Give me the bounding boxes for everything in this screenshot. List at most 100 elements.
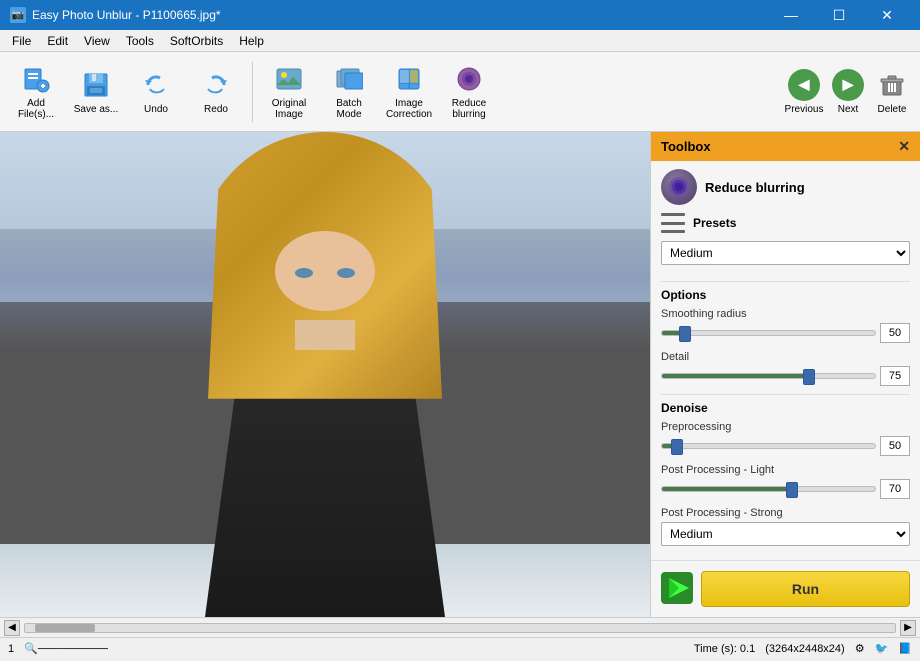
menubar: File Edit View Tools SoftOrbits Help <box>0 30 920 52</box>
image-correction-label: Image Correction <box>386 98 432 120</box>
delete-button[interactable]: Delete <box>872 57 912 127</box>
previous-icon: ◀ <box>788 69 820 101</box>
menu-view[interactable]: View <box>76 32 118 50</box>
menu-help[interactable]: Help <box>231 32 272 50</box>
detail-value: 75 <box>880 366 910 386</box>
post-processing-light-label: Post Processing - Light <box>661 464 910 476</box>
social-icon-1[interactable]: 🐦 <box>875 642 889 655</box>
effect-header-row: Reduce blurring <box>661 169 910 205</box>
options-label: Options <box>661 281 910 302</box>
titlebar: 📷 Easy Photo Unblur - P1100665.jpg* — ☐ … <box>0 0 920 30</box>
post-processing-light-thumb[interactable] <box>786 482 798 498</box>
dimensions-display: (3264x2448x24) <box>765 643 845 655</box>
toolbox-panel: Toolbox ✕ Reduce blurring <box>650 132 920 617</box>
maximize-button[interactable]: ☐ <box>816 0 862 30</box>
titlebar-left: 📷 Easy Photo Unblur - P1100665.jpg* <box>10 7 221 23</box>
scroll-thumb[interactable] <box>35 624 95 632</box>
save-as-label: Save as... <box>74 104 118 115</box>
reduce-blurring-button[interactable]: Reduce blurring <box>441 57 497 127</box>
batch-mode-button[interactable]: Batch Mode <box>321 57 377 127</box>
toolbox-header: Toolbox ✕ <box>651 132 920 161</box>
next-button[interactable]: ▶ Next <box>828 57 868 127</box>
preprocessing-track[interactable] <box>661 443 876 449</box>
undo-label: Undo <box>144 104 168 115</box>
settings-icon[interactable]: ⚙ <box>855 642 865 655</box>
undo-button[interactable]: Undo <box>128 57 184 127</box>
denoise-label: Denoise <box>661 394 910 415</box>
toolbar: Add File(s)... Save as... Undo <box>0 52 920 132</box>
detail-label: Detail <box>661 351 910 363</box>
toolbox-title: Toolbox <box>661 139 711 154</box>
image-area[interactable] <box>0 132 650 617</box>
presets-row: Presets <box>661 213 910 233</box>
detail-track[interactable] <box>661 373 876 379</box>
post-processing-strong-select[interactable]: Low Medium High <box>661 522 910 546</box>
scroll-right-button[interactable]: ▶ <box>900 620 916 636</box>
delete-label: Delete <box>878 104 907 115</box>
menu-softorbits[interactable]: SoftOrbits <box>162 32 231 50</box>
person-neck <box>295 320 355 350</box>
post-processing-light-row: 70 <box>661 479 910 499</box>
social-icon-2[interactable]: 📘 <box>898 642 912 655</box>
delete-icon <box>876 69 908 101</box>
preprocessing-thumb[interactable] <box>671 439 683 455</box>
previous-label: Previous <box>785 104 824 115</box>
redo-label: Redo <box>204 104 228 115</box>
detail-thumb[interactable] <box>803 369 815 385</box>
smoothing-radius-track[interactable] <box>661 330 876 336</box>
save-as-button[interactable]: Save as... <box>68 57 124 127</box>
original-image-label: Original Image <box>266 98 312 120</box>
menu-file[interactable]: File <box>4 32 39 50</box>
next-icon: ▶ <box>832 69 864 101</box>
horizontal-scrollbar: ◀ ▶ <box>0 617 920 637</box>
undo-icon <box>140 69 172 101</box>
preprocessing-row: 50 <box>661 436 910 456</box>
presets-select[interactable]: Low Medium High Custom <box>661 241 910 265</box>
post-processing-strong-label: Post Processing - Strong <box>661 507 910 519</box>
detail-container: Detail 75 <box>661 351 910 386</box>
original-image-button[interactable]: Original Image <box>261 57 317 127</box>
close-button[interactable]: ✕ <box>864 0 910 30</box>
image-correction-button[interactable]: Image Correction <box>381 57 437 127</box>
menu-edit[interactable]: Edit <box>39 32 76 50</box>
photo-display <box>0 132 650 617</box>
previous-button[interactable]: ◀ Previous <box>784 57 824 127</box>
post-processing-light-value: 70 <box>880 479 910 499</box>
redo-icon <box>200 69 232 101</box>
reduce-blur-icon <box>453 63 485 95</box>
add-files-button[interactable]: Add File(s)... <box>8 57 64 127</box>
minimize-button[interactable]: — <box>768 0 814 30</box>
smoothing-radius-thumb[interactable] <box>679 326 691 342</box>
presets-label: Presets <box>693 216 736 230</box>
page-indicator: 1 <box>8 643 14 655</box>
post-processing-light-track[interactable] <box>661 486 876 492</box>
toolbox-body: Reduce blurring Presets Low Medium High … <box>651 161 920 560</box>
save-icon <box>80 69 112 101</box>
original-icon <box>273 63 305 95</box>
run-button[interactable]: Run <box>701 571 910 607</box>
reduce-blurring-label: Reduce blurring <box>446 98 492 120</box>
add-files-label: Add File(s)... <box>13 98 59 120</box>
titlebar-controls: — ☐ ✕ <box>768 0 910 30</box>
detail-row: 75 <box>661 366 910 386</box>
effect-name: Reduce blurring <box>705 180 805 195</box>
presets-icon <box>661 213 685 233</box>
menu-tools[interactable]: Tools <box>118 32 162 50</box>
correction-icon <box>393 63 425 95</box>
run-button-label: Run <box>792 581 819 597</box>
run-area: Run <box>651 560 920 617</box>
batch-mode-label: Batch Mode <box>326 98 372 120</box>
time-display: Time (s): 0.1 <box>694 643 755 655</box>
separator-1 <box>252 62 253 122</box>
redo-button[interactable]: Redo <box>188 57 244 127</box>
main-content: Toolbox ✕ Reduce blurring <box>0 132 920 617</box>
toolbox-close-button[interactable]: ✕ <box>898 138 910 155</box>
scroll-left-button[interactable]: ◀ <box>4 620 20 636</box>
titlebar-title: Easy Photo Unblur - P1100665.jpg* <box>32 8 221 22</box>
effect-icon <box>661 169 697 205</box>
smoothing-radius-container: Smoothing radius 50 <box>661 308 910 343</box>
add-file-icon <box>20 63 52 95</box>
preprocessing-label: Preprocessing <box>661 421 910 433</box>
scroll-track[interactable] <box>24 623 896 633</box>
batch-icon <box>333 63 365 95</box>
